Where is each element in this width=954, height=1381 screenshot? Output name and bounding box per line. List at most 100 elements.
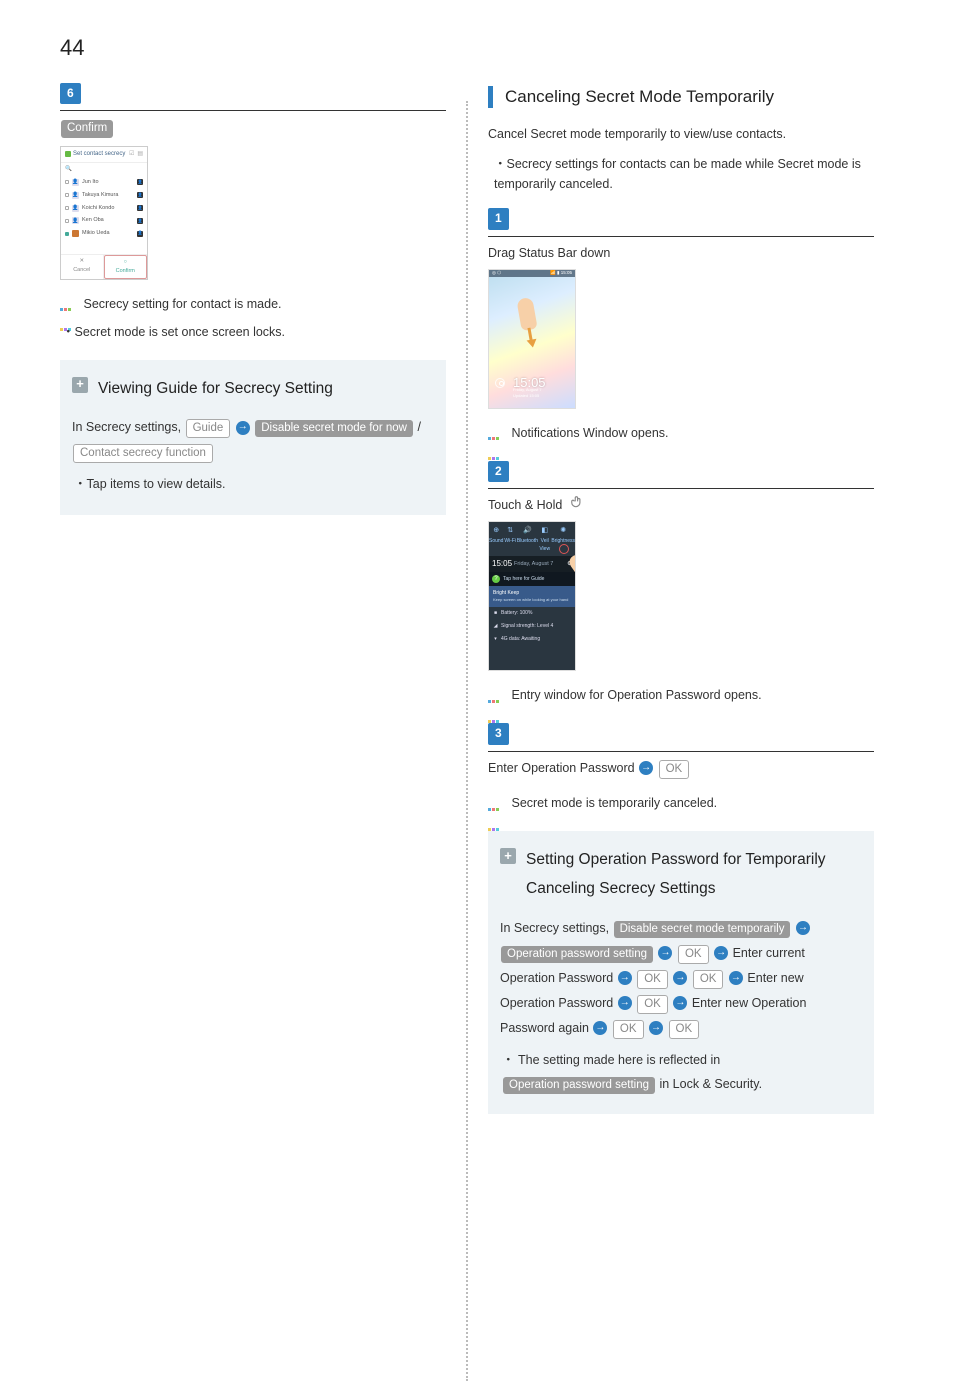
ok-button[interactable]: OK xyxy=(659,760,690,779)
quick-item-label: Sound xyxy=(489,538,503,544)
step-badge-1: 1 xyxy=(488,208,509,229)
result-text: Entry window for Operation Password open… xyxy=(511,688,761,702)
step-badge-3: 3 xyxy=(488,723,509,744)
quick-item-icon: ◧ xyxy=(538,525,551,536)
hand-drag-icon xyxy=(516,296,537,330)
quick-item-label: Veil View xyxy=(539,538,550,552)
arrow-icon xyxy=(673,971,687,985)
step1-instruction: Drag Status Bar down xyxy=(488,243,874,263)
result-text: Notifications Window opens. xyxy=(511,426,668,440)
contact-name: Mikio Ueda xyxy=(82,229,134,238)
panel-time: 15:05 xyxy=(492,558,512,571)
quick-item-label: Brightness xyxy=(551,538,575,544)
quick-item-icon: ⇅ xyxy=(503,525,516,536)
operation-password-setting-button[interactable]: Operation password setting xyxy=(503,1077,655,1094)
arrow-icon xyxy=(649,1021,663,1035)
step-1: 1 Drag Status Bar down ◎ ⬡ 📶 ▮ 15:05 15:… xyxy=(488,208,874,442)
arrow-icon xyxy=(618,996,632,1010)
contact-secrecy-button[interactable]: Contact secrecy function xyxy=(73,444,213,463)
phone-title: Set contact secrecy xyxy=(73,150,125,160)
plus-icon: + xyxy=(72,377,88,393)
section-title: Canceling Secret Mode Temporarily xyxy=(505,83,774,110)
ok-button[interactable]: OK xyxy=(637,970,668,989)
contact-tag-icon: 👤 xyxy=(137,231,143,237)
quick-item-icon: ⊕ xyxy=(489,525,503,536)
phone-screenshot-contacts: Set contact secrecy ☑▤ 🔍 👤Jun Ito👤 👤Taku… xyxy=(60,146,148,280)
step-3: 3 Enter Operation Password OK Secret mod… xyxy=(488,723,874,812)
statusbar-right: 📶 ▮ 15:05 xyxy=(550,269,572,276)
status-row-text: 4G data: Awaiting xyxy=(501,635,540,643)
intro-text: Cancel Secret mode temporarily to view/u… xyxy=(488,124,874,144)
ok-button[interactable]: OK xyxy=(678,945,709,964)
result-icon xyxy=(488,690,502,702)
result-icon xyxy=(60,298,74,310)
quick-item-icon: ✺ xyxy=(551,525,575,536)
result-icon xyxy=(488,427,502,439)
assistant-icon xyxy=(495,378,505,388)
quick-item-icon: 🔊 xyxy=(517,525,538,536)
step3-instruction: Enter Operation Password xyxy=(488,761,638,775)
contact-name: Koichi Kondo xyxy=(82,204,134,213)
result-icon xyxy=(488,798,502,810)
step-6: 6 Confirm Set contact secrecy ☑▤ 🔍 👤Jun … xyxy=(60,83,446,341)
tip-viewing-guide: + Viewing Guide for Secrecy Setting In S… xyxy=(60,360,446,515)
ok-button[interactable]: OK xyxy=(637,995,668,1014)
operation-password-setting-button[interactable]: Operation password setting xyxy=(501,946,653,963)
select-all-icon: ☑ xyxy=(129,150,134,160)
phone-screenshot-notifications: ⊕ Sound ⇅ Wi-Fi 🔊 Bluetooth ◧ Veil View ✺ Bri… xyxy=(488,521,576,671)
contact-tag-icon: 👤 xyxy=(137,218,143,224)
contact-name: Jun Ito xyxy=(82,178,134,187)
contact-tag-icon: 👤 xyxy=(137,179,143,185)
quick-item-label: Wi-Fi xyxy=(504,538,516,544)
arrow-icon xyxy=(658,946,672,960)
tip-lead: In Secrecy settings, xyxy=(72,420,185,434)
tip-note: Tap items to view details. xyxy=(74,473,430,497)
page-number: 44 xyxy=(60,30,894,65)
data-icon: ▾ xyxy=(493,635,498,643)
contact-tag-icon: 👤 xyxy=(137,192,143,198)
phone-cancel-button: ✕ Cancel xyxy=(61,255,104,279)
plus-icon: + xyxy=(500,848,516,864)
quick-item-label: Bluetooth xyxy=(517,538,538,544)
note-text: Secret mode is set once screen locks. xyxy=(62,322,446,342)
menu-icon: ▤ xyxy=(137,150,143,160)
tip-setting-password: + Setting Operation Password for Tempora… xyxy=(488,831,874,1114)
confirm-button[interactable]: Confirm xyxy=(61,120,113,137)
arrow-icon xyxy=(796,921,810,935)
arrow-icon xyxy=(236,421,250,435)
arrow-icon xyxy=(714,946,728,960)
ok-button[interactable]: OK xyxy=(613,1020,644,1039)
tip-note-lead: The setting made here is reflected in xyxy=(518,1053,720,1067)
arrow-icon xyxy=(673,996,687,1010)
arrow-icon xyxy=(593,1021,607,1035)
ok-button[interactable]: OK xyxy=(669,1020,700,1039)
result-text: Secrecy setting for contact is made. xyxy=(83,297,281,311)
bright-keep-card: Bright Keep Keep screen on while looking… xyxy=(489,586,575,606)
tip-lead: In Secrecy settings, xyxy=(500,921,613,935)
disable-secret-temporarily-button[interactable]: Disable secret mode temporarily xyxy=(614,921,791,938)
tip-title: Setting Operation Password for Temporari… xyxy=(526,845,858,904)
guide-button[interactable]: Guide xyxy=(186,419,231,438)
arrow-icon xyxy=(729,971,743,985)
phone-confirm-button: ○ Confirm xyxy=(104,255,148,279)
phone-screenshot-homescreen: ◎ ⬡ 📶 ▮ 15:05 15:05 Friday, August 7 Upd… xyxy=(488,269,576,409)
panel-date: Friday, August 7 xyxy=(514,560,553,569)
left-column: 6 Confirm Set contact secrecy ☑▤ 🔍 👤Jun … xyxy=(60,83,466,1381)
touch-hold-icon xyxy=(570,495,584,515)
question-icon: ? xyxy=(492,575,500,583)
status-row-text: Battery: 100% xyxy=(501,609,532,617)
disable-secret-now-button[interactable]: Disable secret mode for now xyxy=(255,420,413,437)
contact-tag-icon: 👤 xyxy=(137,205,143,211)
ok-button[interactable]: OK xyxy=(693,970,724,989)
tip-note-tail: in Lock & Security. xyxy=(659,1077,762,1091)
arrow-icon xyxy=(639,761,653,775)
clock-date: Friday, August 7 Updated 15:05 xyxy=(513,387,542,400)
guide-row: ? Tap here for Guide xyxy=(489,572,575,586)
signal-icon: ◢ xyxy=(493,622,498,630)
contact-name: Takuya Kimura xyxy=(82,191,134,200)
tip-title: Viewing Guide for Secrecy Setting xyxy=(98,374,333,403)
search-icon: 🔍 xyxy=(61,163,147,176)
step-badge-6: 6 xyxy=(60,83,81,104)
battery-icon: ■ xyxy=(493,609,498,617)
intro-note: Secrecy settings for contacts can be mad… xyxy=(494,154,874,194)
